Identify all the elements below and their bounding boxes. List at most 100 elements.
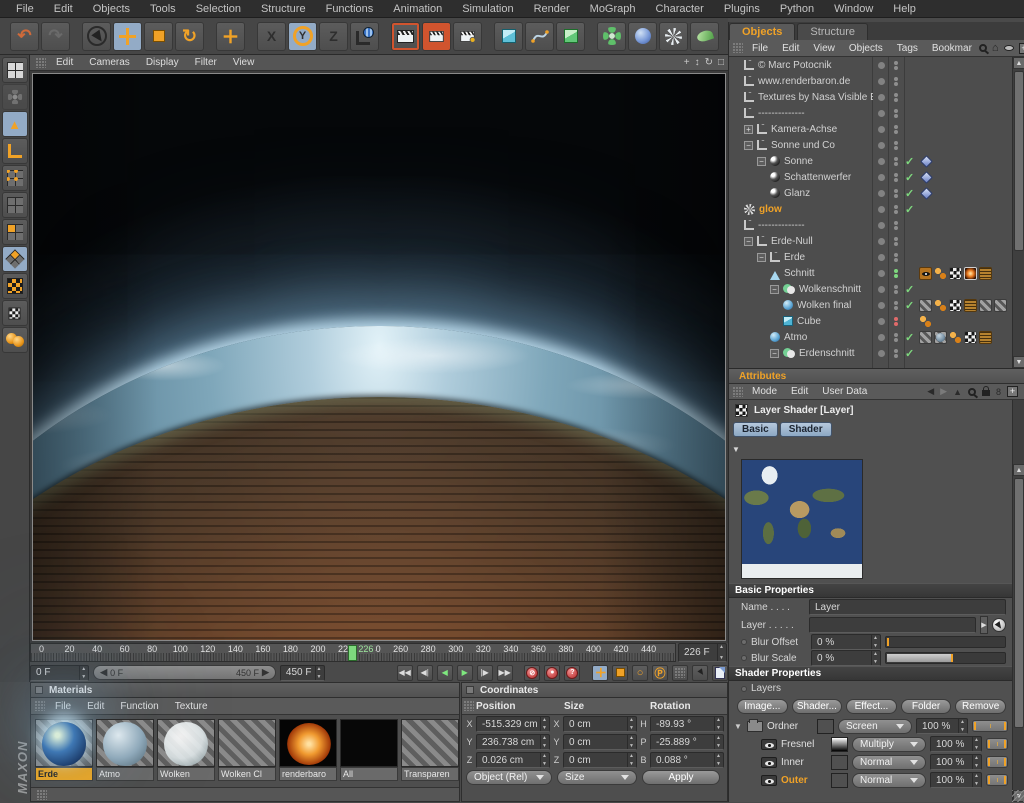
- object-axis-mode-button[interactable]: [2, 138, 28, 164]
- objects-menu-file[interactable]: File: [745, 43, 775, 54]
- add-icon[interactable]: +: [1019, 43, 1024, 54]
- edges-mode-button[interactable]: [2, 192, 28, 218]
- editor-visibility-dot[interactable]: [894, 349, 898, 353]
- timeline-playhead[interactable]: [348, 645, 357, 661]
- coordinate-field[interactable]: -25.889 °: [650, 734, 724, 750]
- material-renderbaro[interactable]: renderbaro: [279, 719, 337, 781]
- value-stepper[interactable]: [627, 753, 636, 767]
- tree-row-textures-by-nasa-visible-eart[interactable]: Textures by Nasa Visible Eart: [729, 89, 1024, 105]
- shader-layer-inner[interactable]: InnerNormal100 %: [729, 753, 1012, 771]
- objects-menu-bookmar[interactable]: Bookmar: [925, 43, 979, 54]
- key-pla-button[interactable]: [672, 665, 688, 681]
- panel-drag-handle[interactable]: [733, 387, 743, 397]
- button-folder[interactable]: Folder: [901, 699, 952, 714]
- folder-icon[interactable]: [747, 721, 763, 732]
- menubar-item-structure[interactable]: Structure: [251, 3, 316, 15]
- preview-collapse-caret[interactable]: ▼: [732, 445, 740, 454]
- material-thumbnail[interactable]: [35, 719, 93, 767]
- search-icon[interactable]: [979, 44, 987, 52]
- size-mode-dropdown[interactable]: Size: [557, 770, 637, 785]
- add-spline-button[interactable]: [525, 22, 554, 51]
- editor-visibility-dot[interactable]: [894, 189, 898, 193]
- add-icon[interactable]: +: [1007, 386, 1018, 397]
- render-settings-button[interactable]: [453, 22, 482, 51]
- opacity-slider[interactable]: [986, 774, 1008, 786]
- layer-dot-cell[interactable]: [873, 233, 889, 249]
- zoom-view-icon[interactable]: ↕: [695, 57, 700, 68]
- opacity-stepper[interactable]: [972, 737, 981, 751]
- keyframe-presets-button[interactable]: [692, 665, 708, 681]
- next-key-button[interactable]: |▶: [477, 665, 493, 681]
- value-stepper[interactable]: [540, 717, 549, 731]
- shader-layer-ordner[interactable]: ▼OrdnerScreen100 %: [729, 717, 1012, 735]
- menubar-item-functions[interactable]: Functions: [316, 3, 384, 15]
- material-atmo[interactable]: Atmo: [96, 719, 154, 781]
- value-stepper[interactable]: [714, 717, 723, 731]
- render-visibility-dot[interactable]: [894, 98, 898, 102]
- layer-dot-cell[interactable]: [873, 153, 889, 169]
- end-frame-field[interactable]: 450 F: [280, 665, 325, 681]
- materials-menu-texture[interactable]: Texture: [167, 701, 216, 712]
- polygons-mode-button[interactable]: [2, 219, 28, 245]
- layer-dot-icon[interactable]: [878, 350, 885, 357]
- material-thumbnail[interactable]: [157, 719, 215, 767]
- blend-mode-dropdown[interactable]: Multiply: [852, 737, 926, 752]
- visibility-dots-cell[interactable]: [889, 313, 903, 329]
- layer-dot-cell[interactable]: [873, 217, 889, 233]
- button-image-[interactable]: Image...: [737, 699, 788, 714]
- editor-visibility-dot[interactable]: [894, 237, 898, 241]
- enabled-check-icon[interactable]: ✓: [905, 187, 917, 200]
- enabled-check-icon[interactable]: ✓: [905, 299, 917, 312]
- materials-menu-file[interactable]: File: [47, 701, 79, 712]
- render-visibility-dot[interactable]: [894, 82, 898, 86]
- objects-menu-tags[interactable]: Tags: [890, 43, 925, 54]
- texture-axis-mode-button[interactable]: [2, 300, 28, 326]
- tree-row--[interactable]: --------------: [729, 217, 1024, 233]
- scrollbar-thumb[interactable]: [1014, 478, 1024, 728]
- tree-row-sonne-und-co[interactable]: −Sonne und Co: [729, 137, 1024, 153]
- goto-end-button[interactable]: ▶▶: [497, 665, 513, 681]
- viewport-menu-display[interactable]: Display: [138, 57, 187, 68]
- eye-icon[interactable]: [761, 775, 777, 786]
- enabled-check-icon[interactable]: ✓: [905, 331, 917, 344]
- layer-dot-cell[interactable]: [873, 297, 889, 313]
- phong-tag-icon[interactable]: [949, 331, 962, 344]
- sketch-tag-icon[interactable]: [979, 267, 992, 280]
- layer-dot-icon[interactable]: [878, 190, 885, 197]
- phong-tag-icon[interactable]: [934, 299, 947, 312]
- play-backwards-button[interactable]: ◀: [437, 665, 453, 681]
- coordinate-field[interactable]: 0 cm: [563, 752, 637, 768]
- panel-window-icon[interactable]: [466, 686, 474, 694]
- blend-mode-dropdown[interactable]: Normal: [852, 773, 926, 788]
- render-visibility-dot[interactable]: [894, 290, 898, 294]
- current-frame-field[interactable]: 226 F: [678, 643, 727, 662]
- scroll-up-icon[interactable]: ▲: [1013, 57, 1024, 69]
- last-tool-button[interactable]: [216, 22, 245, 51]
- blur-offset-field[interactable]: 0 %: [811, 634, 881, 650]
- texture-button[interactable]: [2, 273, 28, 299]
- undo-button[interactable]: ↶: [10, 22, 39, 51]
- lock-y-axis-button[interactable]: Y: [288, 22, 317, 51]
- phong-tag-icon[interactable]: [934, 267, 947, 280]
- visibility-dots-cell[interactable]: [889, 233, 903, 249]
- blur-scale-slider[interactable]: [885, 652, 1006, 664]
- menubar-item-simulation[interactable]: Simulation: [452, 3, 523, 15]
- collapse-icon[interactable]: −: [770, 285, 779, 294]
- lock-icon[interactable]: [982, 390, 990, 396]
- search-icon[interactable]: [968, 388, 976, 396]
- play-button[interactable]: ▶: [457, 665, 473, 681]
- editor-visibility-dot[interactable]: [894, 285, 898, 289]
- value-stepper[interactable]: [627, 735, 636, 749]
- menubar-item-animation[interactable]: Animation: [383, 3, 452, 15]
- add-cube-button[interactable]: [494, 22, 523, 51]
- render-visibility-dot[interactable]: [894, 146, 898, 150]
- material-erde[interactable]: Erde: [35, 719, 93, 781]
- blur-offset-stepper[interactable]: [871, 635, 880, 649]
- opacity-stepper[interactable]: [972, 755, 981, 769]
- record-keyframe-button[interactable]: ⊘: [524, 665, 540, 681]
- timeline-ruler[interactable]: 0204060801001201401601802002202402602803…: [30, 643, 676, 662]
- layer-dot-cell[interactable]: [873, 185, 889, 201]
- fire-tag-icon[interactable]: [964, 267, 977, 280]
- shader-properties-header[interactable]: Shader Properties: [729, 666, 1012, 681]
- enabled-check-icon[interactable]: ✓: [905, 283, 917, 296]
